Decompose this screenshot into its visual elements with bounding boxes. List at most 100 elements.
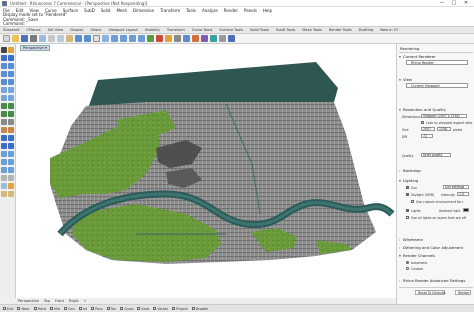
viewport-title[interactable]: Perspective ▾: [20, 45, 50, 51]
menu-tools[interactable]: Tools: [186, 8, 196, 13]
new-file-icon[interactable]: [3, 35, 10, 42]
tab-visibility[interactable]: Visibility: [145, 28, 160, 32]
menu-transform[interactable]: Transform: [160, 8, 180, 13]
dimension-icon[interactable]: [1, 175, 7, 181]
point-icon[interactable]: [8, 47, 14, 53]
tab-solid-tools[interactable]: Solid Tools: [250, 28, 269, 32]
rectangle-icon[interactable]: [8, 63, 14, 69]
analyze-icon[interactable]: [1, 183, 7, 189]
redo-icon[interactable]: [84, 35, 91, 42]
viewtab-front[interactable]: Front: [55, 299, 64, 303]
add-viewtab-button[interactable]: +: [83, 299, 86, 303]
help-icon[interactable]: [228, 35, 235, 42]
array-icon[interactable]: [8, 167, 14, 173]
block-icon[interactable]: [8, 191, 14, 197]
automatic-radio[interactable]: [406, 261, 409, 264]
osnap-mid[interactable]: Mid: [49, 307, 60, 311]
tab-standard[interactable]: Standard: [3, 28, 19, 32]
environment-icon[interactable]: [210, 35, 217, 42]
custom-env-checkbox[interactable]: [411, 200, 414, 203]
copy-icon[interactable]: [57, 35, 64, 42]
box-icon[interactable]: [1, 103, 7, 109]
section-dithering[interactable]: › Dithering and Color Adjustment: [399, 245, 463, 250]
rotate-view-icon[interactable]: [102, 35, 109, 42]
save-icon[interactable]: [21, 35, 28, 42]
osnap-tan[interactable]: Tan: [106, 307, 116, 311]
zoom-selected-icon[interactable]: [138, 35, 145, 42]
curve-icon[interactable]: [1, 63, 7, 69]
tab-cplanes[interactable]: CPlanes: [26, 28, 40, 32]
scale-icon[interactable]: [8, 159, 14, 165]
menu-dimension[interactable]: Dimension: [133, 8, 154, 13]
options-icon[interactable]: [219, 35, 226, 42]
section-resolution[interactable]: ▾ Resolution and Quality: [399, 107, 446, 112]
view-dropdown[interactable]: Current Viewport: [406, 83, 468, 88]
tab-select[interactable]: Select: [90, 28, 101, 32]
render-icon[interactable]: [192, 35, 199, 42]
surface-icon[interactable]: [1, 87, 7, 93]
width-input[interactable]: 2057: [421, 127, 435, 131]
cylinder-icon[interactable]: [1, 111, 7, 117]
zoom-icon[interactable]: [111, 35, 118, 42]
loft-icon[interactable]: [1, 95, 7, 101]
lock-icon[interactable]: [165, 35, 172, 42]
tab-transform[interactable]: Transform: [167, 28, 185, 32]
import-icon[interactable]: [39, 35, 46, 42]
osnap-cen[interactable]: Cen: [64, 307, 75, 311]
cut-icon[interactable]: [48, 35, 55, 42]
paste-icon[interactable]: [66, 35, 73, 42]
osnap-int[interactable]: Int: [78, 307, 87, 311]
move-icon[interactable]: [1, 151, 7, 157]
tab-mesh-tools[interactable]: Mesh Tools: [302, 28, 321, 32]
tab-surface-tools[interactable]: Surface Tools: [219, 28, 243, 32]
sun-settings-button[interactable]: Sun settings: [443, 185, 469, 189]
cone-icon[interactable]: [8, 111, 14, 117]
materials-icon[interactable]: [201, 35, 208, 42]
tab-render-tools[interactable]: Render Tools: [329, 28, 352, 32]
section-view[interactable]: ▾ View: [399, 77, 412, 82]
maximize-button[interactable]: □: [448, 0, 460, 7]
minimize-button[interactable]: —: [436, 0, 448, 7]
boolean-difference-icon[interactable]: [8, 127, 14, 133]
ellipse-icon[interactable]: [1, 79, 7, 85]
lock-aspect-checkbox[interactable]: [421, 121, 424, 124]
zoom-extents-icon[interactable]: [129, 35, 136, 42]
print-icon[interactable]: [30, 35, 37, 42]
height-input[interactable]: 1158: [437, 127, 451, 131]
tab-viewport-layout[interactable]: Viewport Layout: [109, 28, 138, 32]
subd-icon[interactable]: [8, 119, 14, 125]
layer-icon[interactable]: [174, 35, 181, 42]
intensity-input[interactable]: 1.0: [457, 192, 469, 196]
quality-dropdown[interactable]: Draft quality: [421, 153, 451, 157]
viewtab-right[interactable]: Right: [69, 299, 78, 303]
use-all-lights-checkbox[interactable]: [406, 216, 409, 219]
select-arrow-icon[interactable]: [1, 47, 7, 53]
group-icon[interactable]: [1, 191, 7, 197]
viewtab-top[interactable]: Top: [44, 299, 50, 303]
copy-object-icon[interactable]: [8, 151, 14, 157]
trim-icon[interactable]: [8, 135, 14, 141]
mirror-icon[interactable]: [1, 167, 7, 173]
osnap-point[interactable]: Point: [33, 307, 46, 311]
viewtab-perspective[interactable]: Perspective: [18, 299, 39, 303]
sun-checkbox[interactable]: [406, 186, 409, 189]
osnap-vertex[interactable]: Vertex: [153, 307, 168, 311]
tab-display[interactable]: Display: [70, 28, 83, 32]
menu-panels[interactable]: Panels: [244, 8, 257, 13]
circle-icon[interactable]: [1, 71, 7, 77]
mesh-icon[interactable]: [1, 119, 7, 125]
hide-icon[interactable]: [156, 35, 163, 42]
ambient-color-swatch[interactable]: [463, 208, 469, 212]
section-lighting[interactable]: ▾ Lighting: [399, 178, 418, 183]
dpi-input[interactable]: 72: [421, 134, 433, 138]
arc-icon[interactable]: [8, 71, 14, 77]
extrude-icon[interactable]: [8, 87, 14, 93]
renderer-dropdown[interactable]: Rhino Render: [406, 60, 468, 65]
osnap-disable[interactable]: Disable: [191, 307, 208, 311]
menu-mesh[interactable]: Mesh: [116, 8, 127, 13]
tab-curve-tools[interactable]: Curve Tools: [192, 28, 213, 32]
tab-subd-tools[interactable]: SubD Tools: [276, 28, 296, 32]
menu-help[interactable]: Help: [263, 8, 272, 13]
sweep-icon[interactable]: [8, 95, 14, 101]
osnap-project[interactable]: Project: [172, 307, 188, 311]
